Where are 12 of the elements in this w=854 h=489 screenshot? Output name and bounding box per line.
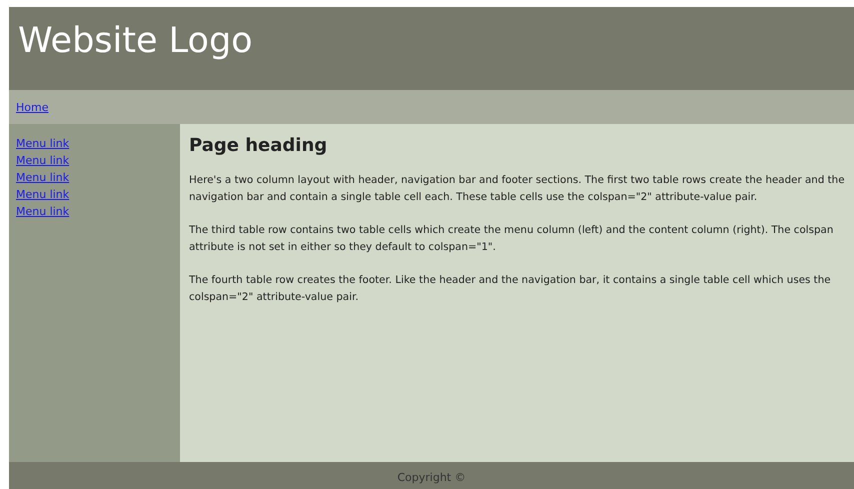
menu-link[interactable]: Menu link [16, 135, 70, 152]
menu-link[interactable]: Menu link [16, 169, 70, 186]
paragraph: The fourth table row creates the footer. Like the header and the navigation bar, it contains a single table cell which uses the colspan="2" attribute-value pair. [189, 273, 832, 305]
menu-link[interactable]: Menu link [16, 186, 70, 203]
menu-link[interactable]: Menu link [16, 203, 70, 220]
home-link[interactable]: Home [16, 98, 48, 116]
paragraph: Here's a two column layout with header, navigation bar and footer sections. The first two table rows create the header and the navigation bar and contain a single table cell each. These table cells use the colspan="2" attribute-value pair. [189, 173, 846, 205]
page-heading: Page heading [189, 135, 328, 156]
menu-link[interactable]: Menu link [16, 152, 70, 169]
paragraph: The third table row contains two table cells which create the menu column (left) and the content column (right). The colspan attribute is not set in either so they default to colspan="1". [189, 223, 834, 255]
copyright-text: Copyright © [397, 471, 466, 486]
website-logo: Website Logo [18, 24, 253, 59]
